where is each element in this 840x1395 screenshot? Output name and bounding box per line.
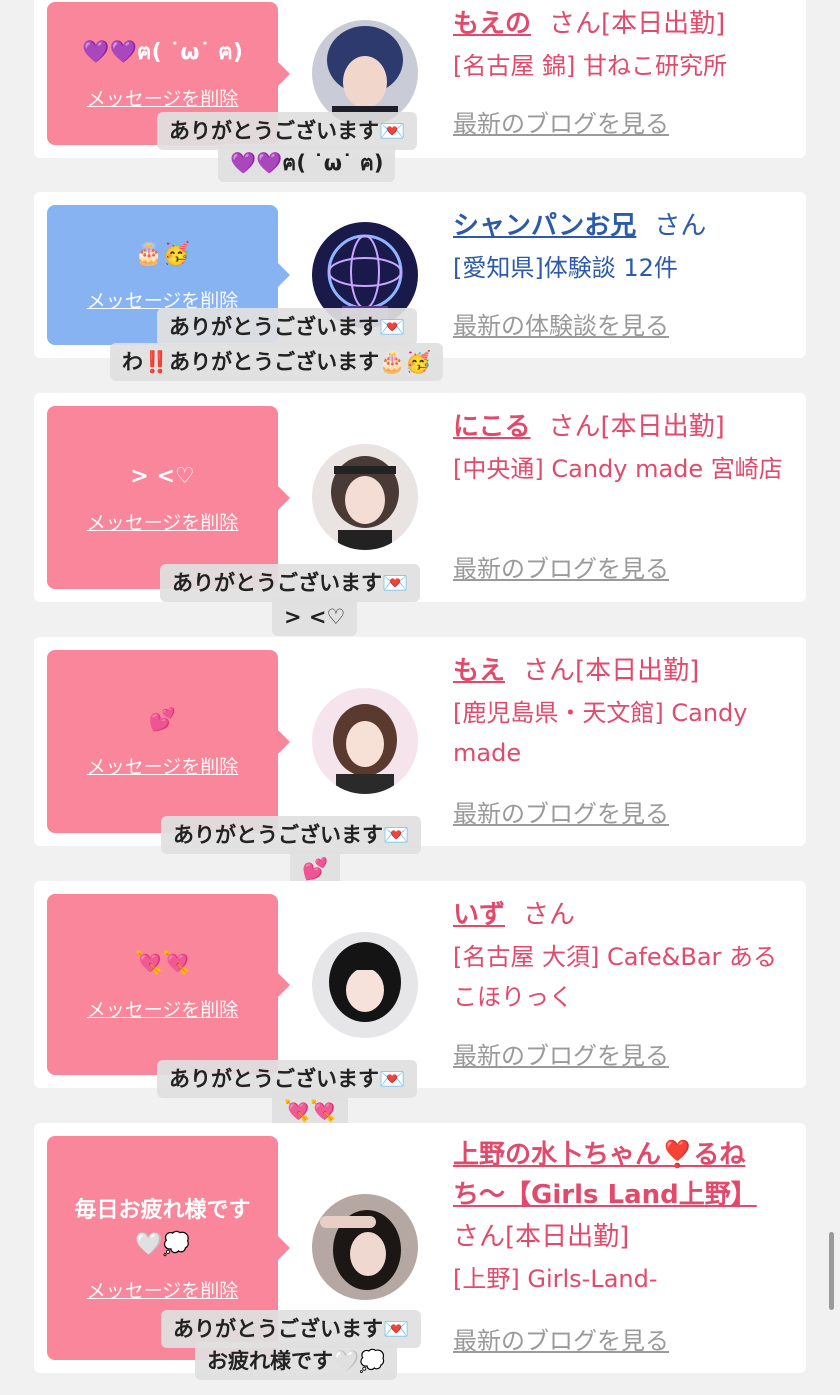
reply-text: お疲れ様です🤍💭 xyxy=(195,1342,398,1380)
message-bubble: 💘💘 メッセージを削除 xyxy=(47,894,290,1075)
cast-name-link[interactable]: いず xyxy=(453,900,505,930)
cast-name-link[interactable]: もえの xyxy=(453,9,531,39)
reply-text: ありがとうございます💌 xyxy=(160,564,421,602)
honorific: さん xyxy=(654,211,707,241)
cast-info: シャンパンお兄 さん [愛知県]体験談 12件 xyxy=(453,204,793,288)
latest-blog-link[interactable]: 最新のブログを見る xyxy=(453,549,669,589)
message-text: > <♡ xyxy=(130,464,195,489)
delete-message-link[interactable]: メッセージを削除 xyxy=(87,1276,239,1303)
latest-blog-link[interactable]: 最新のブログを見る xyxy=(453,794,669,834)
avatar[interactable] xyxy=(312,1194,418,1300)
cast-name-link[interactable]: 上野の水卜ちゃん❣️るねち〜【Girls Land上野】 xyxy=(453,1140,757,1210)
message-card: 💘💘 メッセージを削除 いず さん [名古屋 大須] Cafe&Bar あるこほり… xyxy=(34,881,806,1088)
delete-message-link[interactable]: メッセージを削除 xyxy=(87,84,239,111)
message-card: 💕 メッセージを削除 もえ さん[本日出勤] [鹿児島県・天文館] Candy m… xyxy=(34,637,806,846)
delete-message-link[interactable]: メッセージを削除 xyxy=(87,995,239,1022)
honorific: さん[本日出勤] xyxy=(549,9,726,39)
message-text: 💘💘 xyxy=(135,951,190,976)
message-text: 毎日お疲れ様です🤍💭 xyxy=(74,1197,251,1257)
reply-text: ありがとうございます💌 xyxy=(157,308,418,346)
reply-text: 💜💜ฅ( ˙ω˙ ฅ) xyxy=(218,144,396,182)
honorific: さん[本日出勤] xyxy=(453,1222,630,1252)
message-bubble: > <♡ メッセージを削除 xyxy=(47,406,290,589)
shop-link[interactable]: [中央通] Candy made 宮崎店 xyxy=(453,449,793,489)
avatar[interactable] xyxy=(312,20,418,126)
reply-text: > <♡ xyxy=(272,598,358,636)
cast-info: もえの さん[本日出勤] [名古屋 錦] 甘ねこ研究所 xyxy=(453,2,793,86)
honorific: さん[本日出勤] xyxy=(523,656,700,686)
message-bubble: 💕 メッセージを削除 xyxy=(47,650,290,833)
shop-link[interactable]: [上野] Girls-Land- xyxy=(453,1259,793,1299)
message-card: 💜💜ฅ( ˙ω˙ ฅ) メッセージを削除 もえの さん[本日出勤] [名古屋 錦]… xyxy=(34,0,806,158)
avatar[interactable] xyxy=(312,688,418,794)
latest-blog-link[interactable]: 最新のブログを見る xyxy=(453,1321,669,1361)
latest-blog-link[interactable]: 最新のブログを見る xyxy=(453,104,669,144)
cast-info: 上野の水卜ちゃん❣️るねち〜【Girls Land上野】 さん[本日出勤] [上… xyxy=(453,1135,793,1299)
shop-link[interactable]: [愛知県]体験談 12件 xyxy=(453,248,793,288)
delete-message-link[interactable]: メッセージを削除 xyxy=(87,508,239,535)
honorific: さん xyxy=(523,900,576,930)
cast-name-link[interactable]: もえ xyxy=(453,656,505,686)
honorific: さん[本日出勤] xyxy=(548,412,725,442)
latest-blog-link[interactable]: 最新のブログを見る xyxy=(453,1036,669,1076)
message-text: 💜💜ฅ( ˙ω˙ ฅ) xyxy=(82,40,243,65)
avatar[interactable] xyxy=(312,444,418,550)
reply-text: わ‼️ありがとうございます🎂🥳 xyxy=(110,343,444,381)
shop-link[interactable]: [名古屋 錦] 甘ねこ研究所 xyxy=(453,46,793,86)
message-text: 🎂🥳 xyxy=(135,241,190,267)
cast-info: いず さん [名古屋 大須] Cafe&Bar あるこほりっく xyxy=(453,893,793,1017)
cast-info: にこる さん[本日出勤] [中央通] Candy made 宮崎店 xyxy=(453,405,793,489)
message-text: 💕 xyxy=(148,708,177,733)
cast-name-link[interactable]: にこる xyxy=(453,412,530,442)
message-card: 🎂🥳 メッセージを削除 シャンパンお兄 さん [愛知県]体験談 12件 最新の体験… xyxy=(34,192,806,358)
reply-text: ありがとうございます💌 xyxy=(161,816,422,854)
shop-link[interactable]: [名古屋 大須] Cafe&Bar あるこほりっく xyxy=(453,937,793,1017)
delete-message-link[interactable]: メッセージを削除 xyxy=(87,752,239,779)
scrollbar[interactable] xyxy=(829,1232,834,1310)
shop-link[interactable]: [鹿児島県・天文館] Candy made xyxy=(453,693,793,773)
cast-name-link[interactable]: シャンパンお兄 xyxy=(453,211,636,241)
cast-info: もえ さん[本日出勤] [鹿児島県・天文館] Candy made xyxy=(453,649,793,773)
avatar[interactable] xyxy=(312,932,418,1038)
latest-review-link[interactable]: 最新の体験談を見る xyxy=(453,306,669,346)
